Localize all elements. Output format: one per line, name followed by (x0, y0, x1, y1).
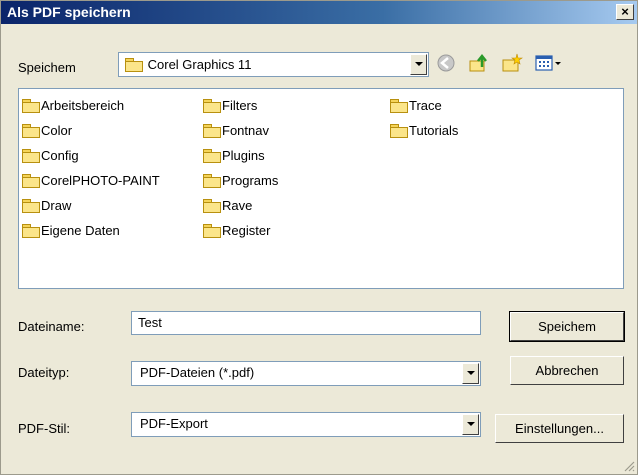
folder-icon (22, 174, 40, 188)
folder-icon (203, 224, 221, 238)
pdf-style-dropdown[interactable]: PDF-Export (131, 412, 481, 437)
chevron-down-icon[interactable] (410, 54, 427, 75)
save-in-label: Speichem (18, 60, 76, 75)
list-item[interactable]: Plugins (203, 147, 265, 165)
folder-icon (22, 124, 40, 138)
folder-icon (390, 99, 408, 113)
list-item[interactable]: Eigene Daten (22, 222, 120, 240)
list-item[interactable]: Register (203, 222, 270, 240)
close-icon: × (621, 4, 629, 19)
folder-icon (22, 199, 40, 213)
list-item[interactable]: Config (22, 147, 79, 165)
window-title: Als PDF speichern (7, 4, 131, 20)
list-item[interactable]: Programs (203, 172, 278, 190)
list-item[interactable]: Trace (390, 97, 442, 115)
save-button[interactable]: Speichem (509, 311, 625, 342)
list-item[interactable]: Tutorials (390, 122, 458, 140)
list-item[interactable]: Rave (203, 197, 252, 215)
folder-icon (22, 149, 40, 163)
filetype-dropdown[interactable]: PDF-Dateien (*.pdf) (131, 361, 481, 386)
list-item[interactable]: Arbeitsbereich (22, 97, 124, 115)
save-in-dropdown[interactable]: Corel Graphics 11 (118, 52, 429, 77)
filename-label: Dateiname: (18, 319, 85, 334)
list-item[interactable]: CorelPHOTO-PAINT (22, 172, 160, 190)
save-as-pdf-dialog: Als PDF speichern × Speichem Corel Graph… (0, 0, 638, 475)
cancel-button[interactable]: Abbrechen (510, 356, 624, 385)
filetype-label: Dateityp: (18, 365, 70, 380)
up-folder-icon[interactable] (468, 52, 490, 74)
folder-icon (203, 99, 221, 113)
chevron-down-icon[interactable] (462, 414, 479, 435)
folder-icon (203, 174, 221, 188)
folder-icon (203, 124, 221, 138)
file-list[interactable]: Arbeitsbereich Color Config CorelPHOTO-P… (18, 88, 624, 289)
resize-grip-icon[interactable] (623, 460, 635, 472)
list-item[interactable]: Fontnav (203, 122, 269, 140)
folder-icon (22, 99, 40, 113)
new-folder-icon[interactable] (501, 52, 523, 74)
list-item[interactable]: Draw (22, 197, 71, 215)
title-bar[interactable]: Als PDF speichern × (1, 1, 637, 24)
save-in-value: Corel Graphics 11 (147, 57, 252, 72)
pdf-style-label: PDF-Stil: (18, 421, 70, 436)
view-menu-icon[interactable] (534, 52, 564, 74)
settings-button[interactable]: Einstellungen... (495, 414, 624, 443)
close-button[interactable]: × (616, 4, 634, 20)
folder-icon (390, 124, 408, 138)
list-item[interactable]: Filters (203, 97, 257, 115)
folder-icon (125, 58, 143, 72)
filetype-value: PDF-Dateien (*.pdf) (140, 365, 255, 380)
folder-icon (203, 199, 221, 213)
back-icon[interactable] (435, 52, 457, 74)
pdf-style-value: PDF-Export (140, 416, 208, 431)
chevron-down-icon[interactable] (462, 363, 479, 384)
list-item[interactable]: Color (22, 122, 72, 140)
filename-input[interactable]: Test (131, 311, 481, 335)
folder-icon (22, 224, 40, 238)
folder-icon (203, 149, 221, 163)
